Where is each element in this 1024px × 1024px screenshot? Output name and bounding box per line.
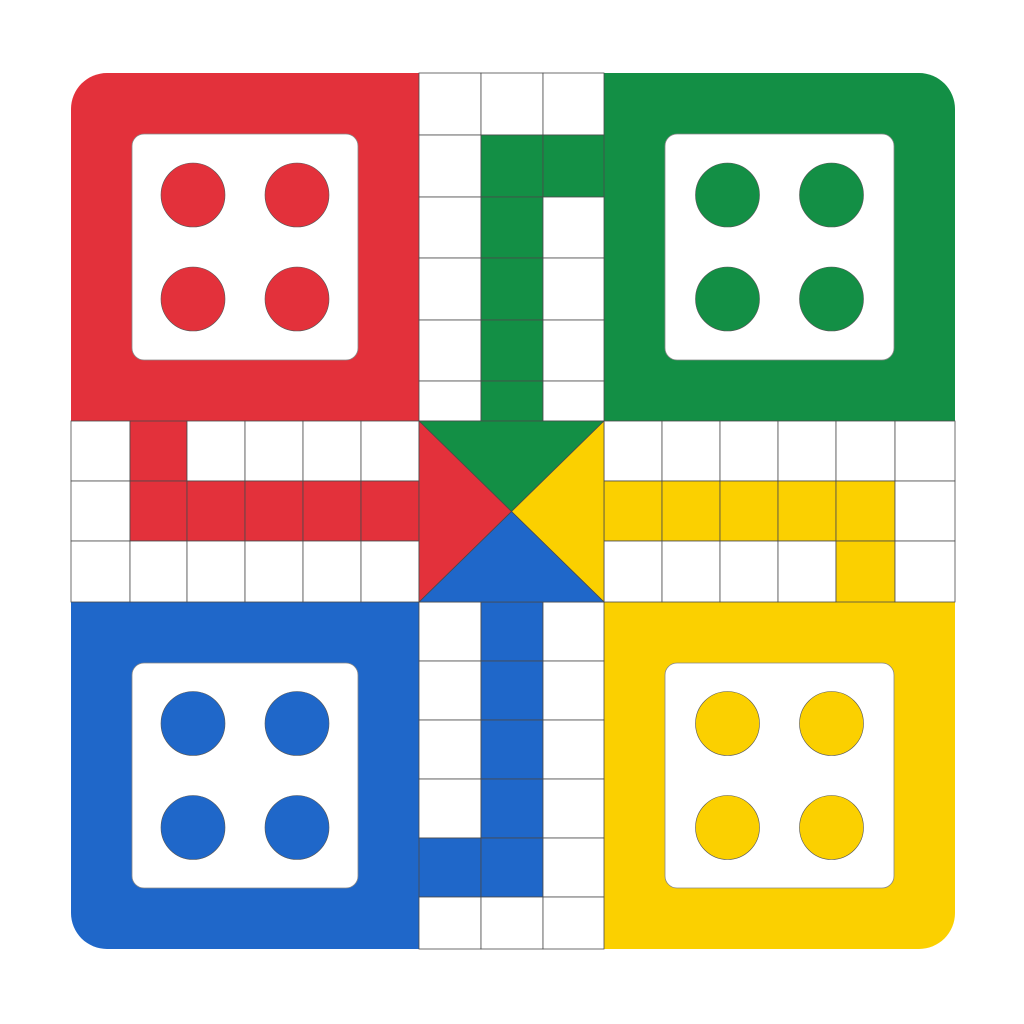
track-cell-left: [244, 540, 304, 603]
track-cell-right: [719, 420, 779, 482]
ludo-board-svg: [70, 72, 956, 950]
track-cell-left: [302, 480, 362, 542]
track-cell-left: [129, 540, 188, 603]
track-cell-left: [70, 480, 131, 542]
track-cell-left: [70, 540, 131, 603]
track-cell-right: [719, 480, 779, 542]
track-cell-bottom: [542, 660, 605, 721]
track-cell-top: [480, 380, 544, 422]
track-cell-top: [480, 196, 544, 259]
track-cell-top: [418, 380, 482, 422]
track-cell-right: [894, 480, 956, 542]
track-cell-bottom: [542, 837, 605, 898]
track-cell-bottom: [418, 837, 482, 898]
track-cell-right: [661, 420, 721, 482]
track-cell-left: [186, 480, 246, 542]
track-cell-top: [418, 134, 482, 198]
track-cell-right: [894, 420, 956, 482]
red-token[interactable]: [264, 266, 330, 332]
blue-token[interactable]: [160, 795, 226, 860]
track-cell-left: [360, 420, 420, 482]
track-cell-bottom: [418, 719, 482, 780]
track-cell-right: [603, 480, 663, 542]
track-cell-bottom: [418, 896, 482, 950]
track-cell-top: [542, 134, 605, 198]
track-cell-top: [480, 134, 544, 198]
track-cell-left: [360, 480, 420, 542]
track-cell-right: [777, 540, 837, 603]
track-cell-right: [661, 480, 721, 542]
track-cell-bottom: [480, 719, 544, 780]
track-cell-right: [719, 540, 779, 603]
blue-token[interactable]: [264, 795, 330, 860]
ludo-board: [0, 0, 1024, 1024]
green-token[interactable]: [799, 162, 864, 228]
red-token[interactable]: [160, 162, 226, 228]
track-cell-top: [418, 319, 482, 382]
track-cell-left: [186, 540, 246, 603]
green-token[interactable]: [799, 266, 864, 332]
track-cell-left: [360, 540, 420, 603]
track-cell-top: [542, 72, 605, 136]
track-cell-right: [603, 420, 663, 482]
track-cell-left: [244, 420, 304, 482]
red-token[interactable]: [264, 162, 330, 228]
track-cell-top: [480, 257, 544, 321]
track-cell-right: [835, 420, 896, 482]
track-cell-top: [418, 196, 482, 259]
track-cell-bottom: [542, 719, 605, 780]
track-cell-top: [480, 319, 544, 382]
yellow-token[interactable]: [695, 691, 760, 756]
track-cell-bottom: [542, 896, 605, 950]
track-cell-bottom: [418, 778, 482, 839]
track-cell-bottom: [480, 778, 544, 839]
track-cell-bottom: [418, 660, 482, 721]
track-cell-top: [418, 257, 482, 321]
track-cell-bottom: [480, 660, 544, 721]
track-cell-top: [418, 72, 482, 136]
blue-token[interactable]: [160, 691, 226, 756]
track-cell-top: [542, 380, 605, 422]
track-cell-right: [777, 480, 837, 542]
yellow-token[interactable]: [799, 691, 864, 756]
track-cell-right: [603, 540, 663, 603]
track-cell-bottom: [480, 837, 544, 898]
track-cell-bottom: [480, 601, 544, 662]
track-cell-right: [777, 420, 837, 482]
track-cell-right: [894, 540, 956, 603]
track-cell-left: [70, 420, 131, 482]
track-cell-right: [835, 480, 896, 542]
track-cell-right: [835, 540, 896, 603]
track-cell-top: [542, 257, 605, 321]
red-token[interactable]: [160, 266, 226, 332]
track-cell-top: [542, 319, 605, 382]
blue-token[interactable]: [264, 691, 330, 756]
track-cell-top: [480, 72, 544, 136]
yellow-token[interactable]: [695, 795, 760, 860]
track-cell-left: [186, 420, 246, 482]
track-cell-left: [129, 420, 188, 482]
track-cell-right: [661, 540, 721, 603]
track-cell-left: [302, 540, 362, 603]
track-cell-bottom: [480, 896, 544, 950]
track-cell-bottom: [542, 778, 605, 839]
yellow-token[interactable]: [799, 795, 864, 860]
track-cell-top: [542, 196, 605, 259]
green-token[interactable]: [695, 162, 760, 228]
home-yard-yellow-inner: [664, 662, 895, 889]
track-cell-left: [129, 480, 188, 542]
green-token[interactable]: [695, 266, 760, 332]
home-yard-red-inner: [131, 133, 359, 361]
track-cell-left: [302, 420, 362, 482]
track-cell-bottom: [418, 601, 482, 662]
track-cell-bottom: [542, 601, 605, 662]
track-cell-left: [244, 480, 304, 542]
home-yard-blue-inner: [131, 662, 359, 889]
home-yard-green-inner: [664, 133, 895, 361]
